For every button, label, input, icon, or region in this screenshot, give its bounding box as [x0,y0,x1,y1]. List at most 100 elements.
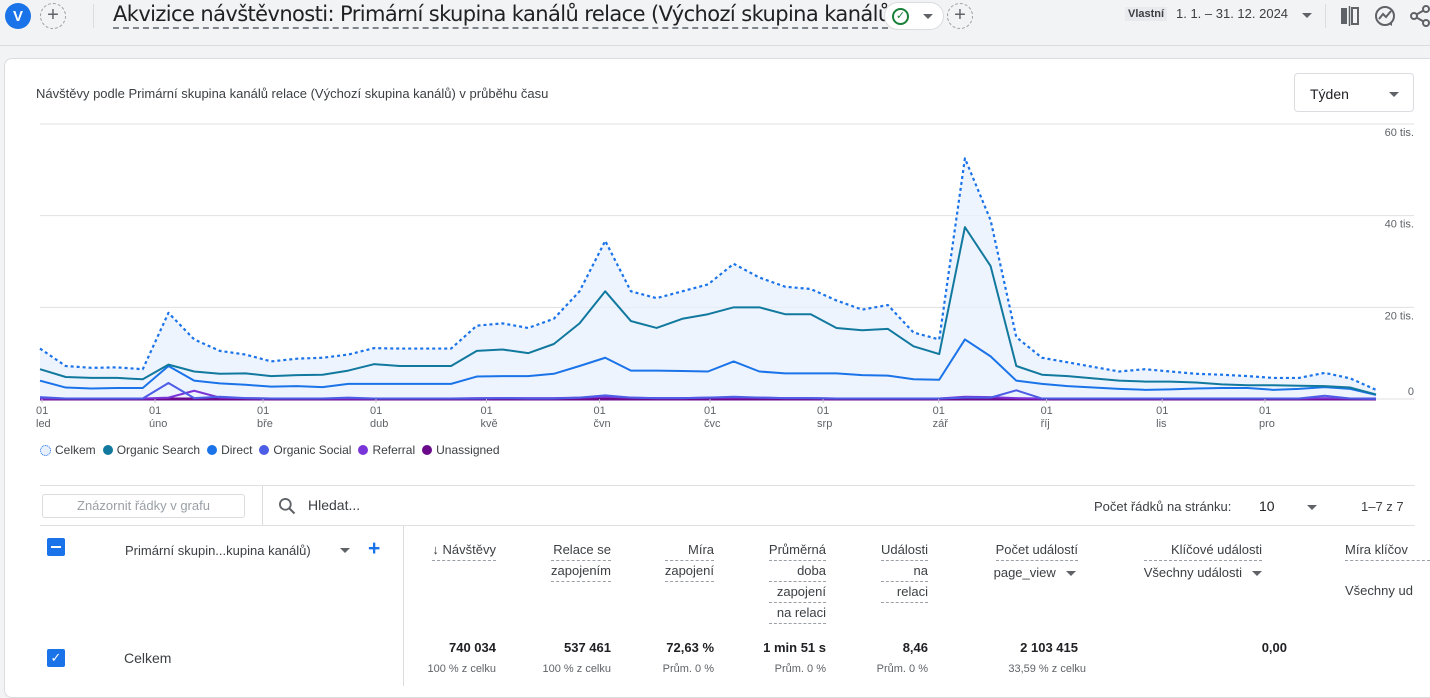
legend-item[interactable]: Direct [207,443,252,457]
column-divider [403,526,404,686]
date-range-dropdown-icon[interactable] [1302,13,1312,18]
column-header-text: zapojení [664,561,714,582]
total-metric-value: 72,63 % [666,640,714,655]
x-tick-month-label: zář [933,418,949,430]
column-header[interactable]: Počet událostí page_view [994,540,1078,583]
legend-label: Organic Search [116,443,201,457]
search-input[interactable] [308,497,708,513]
total-row-label: Celkem [124,650,172,666]
legend-item[interactable]: Organic Search [102,443,201,457]
y-tick-label: 40 tis. [1385,219,1414,231]
column-header[interactable]: Míra klíčov Všechny ud [1345,540,1430,601]
total-metric-share: Prům. 0 % [876,663,928,675]
chart-title: Návštěvy podle Primární skupina kanálů r… [36,86,549,101]
x-tick-day-label: 01 [933,405,945,417]
metric-filter-value: Všechny ud [1345,583,1413,598]
column-header-text: zapojení [768,582,826,603]
granularity-value: Týden [1310,86,1349,102]
column-header-text: Relace se [551,540,611,561]
y-tick-label: 20 tis. [1385,310,1414,322]
legend-label: Direct [221,443,253,457]
line-chart: 020 tis.40 tis.60 tis.01led01úno01bře01d… [36,123,1414,430]
x-tick-day-label: 01 [257,405,269,417]
metric-filter-dropdown[interactable]: Všechny události [1144,563,1262,583]
legend-swatch-icon [422,445,433,455]
column-header-text: ↓ Návštěvy [432,540,496,561]
legend-label: Unassigned [436,443,500,457]
legend-swatch-icon [207,445,218,455]
x-tick-month-label: lis [1156,418,1167,430]
legend-swatch-icon [102,445,113,455]
legend-swatch-icon [358,445,369,455]
x-tick-month-label: kvě [480,418,497,430]
column-header[interactable]: Míra zapojení [664,540,714,582]
report-title[interactable]: Akvizice návštěvnosti: Primární skupina … [113,2,899,29]
legend-label: Celkem [55,443,96,457]
row-checkbox[interactable]: ✓ [47,649,65,667]
column-header[interactable]: Události na relaci [881,540,928,603]
chevron-down-icon [923,14,933,19]
total-metric-share: Prům. 0 % [774,663,826,675]
divider [262,486,263,526]
check-circle-icon: ✓ [892,8,909,25]
column-header[interactable]: ↓ Návštěvy [432,540,496,561]
insights-icon[interactable] [1373,4,1397,28]
legend-label: Organic Social [273,443,352,457]
x-tick-month-label: čvn [594,418,611,430]
legend-item[interactable]: Organic Social [259,443,351,457]
report-status-dropdown[interactable]: ✓ [884,2,944,30]
x-tick-day-label: 01 [1259,405,1271,417]
chevron-down-icon [1389,92,1399,97]
legend-item[interactable]: Referral [358,443,415,457]
legend-item[interactable]: Celkem [40,443,96,457]
granularity-dropdown[interactable]: Týden [1294,73,1414,112]
divider [93,4,94,28]
chevron-down-icon[interactable] [340,548,350,553]
column-header-text: Klíčové události [1143,540,1262,561]
column-header-text: Míra klíčov [1345,540,1430,561]
metric-filter-dropdown[interactable]: page_view [994,563,1078,583]
x-tick-month-label: bře [257,418,273,430]
x-tick-month-label: led [36,418,51,430]
total-metric-value: 537 461 [564,640,611,655]
divider [1325,4,1326,28]
x-tick-day-label: 01 [1041,405,1053,417]
legend-item[interactable]: Unassigned [422,443,500,457]
add-comparison-button[interactable]: + [40,3,66,29]
add-dimension-button[interactable]: + [368,537,380,561]
column-header-text: Míra [664,540,714,561]
dimension-header[interactable]: Primární skupin...kupina kanálů) [125,543,311,558]
plot-rows-button[interactable]: Znázornit řádky v grafu [42,494,245,518]
share-icon[interactable] [1408,4,1430,28]
avatar[interactable]: V [5,3,31,29]
y-tick-label: 0 [1408,386,1414,398]
date-range-value[interactable]: 1. 1. – 31. 12. 2024 [1176,6,1288,21]
column-header[interactable]: Relace se zapojením [551,540,611,582]
rows-per-page-label: Počet řádků na stránku: [1094,499,1232,514]
column-header-text: na relaci [768,603,826,624]
x-tick-day-label: 01 [704,405,716,417]
column-header-text: Průměrná [768,540,826,561]
compare-icon[interactable] [1338,4,1362,28]
metric-filter-value: page_view [993,565,1056,580]
column-header[interactable]: Průměrná doba zapojení na relaci [768,540,826,624]
rows-per-page-select[interactable]: 10 [1259,498,1275,514]
metric-filter-dropdown[interactable]: Všechny ud [1345,581,1430,601]
search-icon [279,498,296,515]
total-metric-value: 1 min 51 s [763,640,826,655]
divider [40,485,1415,486]
add-filter-button[interactable]: + [947,3,973,29]
column-header[interactable]: Klíčové události Všechny události [1143,540,1262,583]
column-header-text: na [881,561,928,582]
top-bar: V + Akvizice návštěvnosti: Primární skup… [0,0,1430,46]
total-metric-share: 100 % z celku [427,663,496,675]
select-all-checkbox[interactable] [47,538,65,556]
chevron-down-icon[interactable] [1307,505,1317,510]
date-range-label: Vlastní [1125,7,1168,21]
metric-filter-value: Všechny události [1143,565,1242,580]
x-tick-month-label: říj [1041,418,1050,430]
total-metric-share: 33,59 % z celku [1008,663,1086,675]
total-metric-share: 100 % z celku [542,663,611,675]
x-tick-month-label: úno [149,418,167,430]
total-metric-value: 740 034 [449,640,496,655]
